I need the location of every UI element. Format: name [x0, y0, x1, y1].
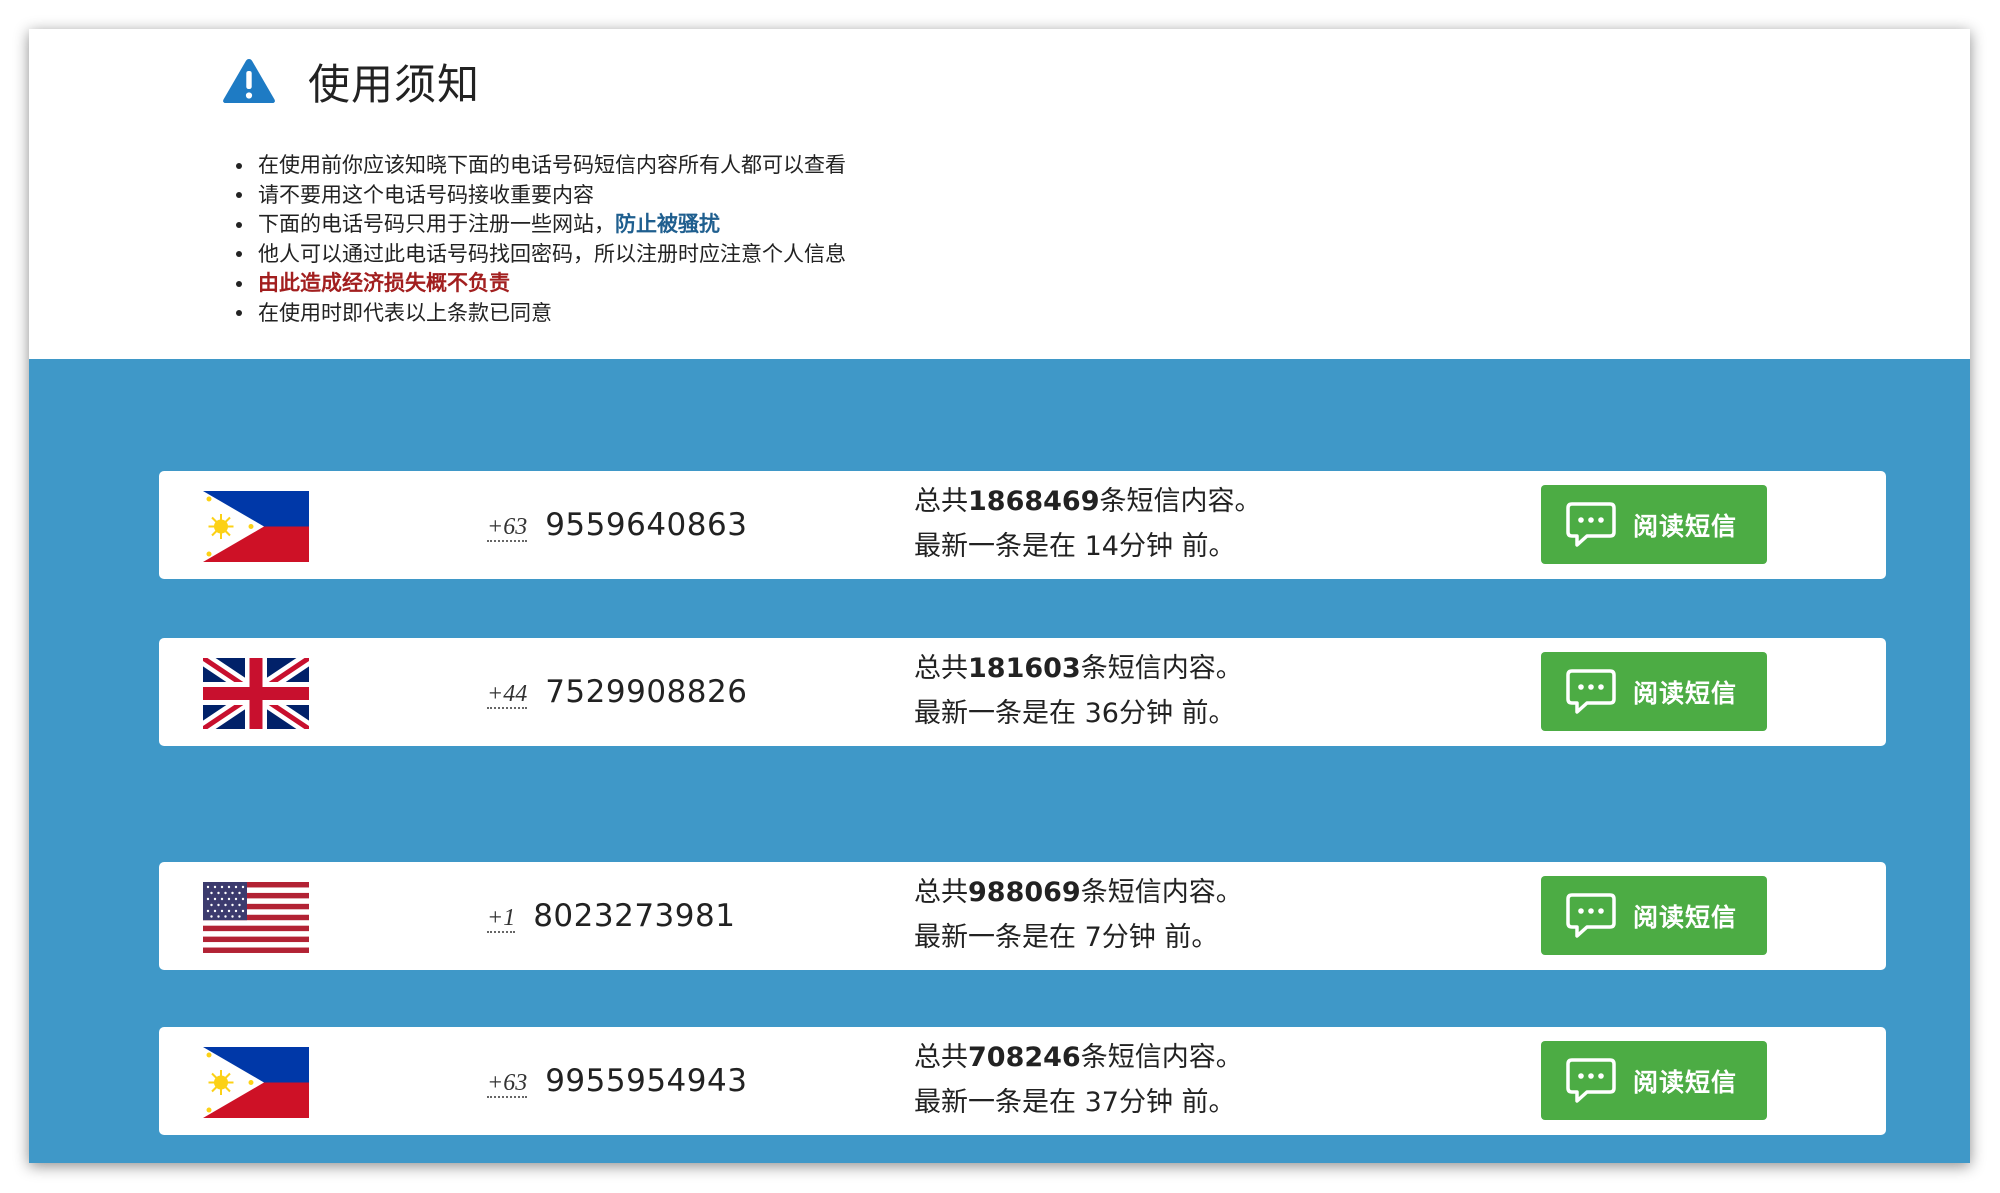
- country-code: +63: [487, 1070, 528, 1098]
- sms-stats: 总共1868469条短信内容。 最新一条是在 14分钟 前。: [914, 479, 1262, 569]
- country-code: +44: [487, 681, 528, 709]
- sms-total-count: 181603: [968, 653, 1081, 684]
- sms-total-count: 708246: [968, 1042, 1081, 1073]
- bullet: [236, 162, 242, 169]
- chat-bubble-icon: [1566, 1057, 1616, 1103]
- read-sms-label: 阅读短信: [1633, 511, 1738, 541]
- rule-text: 在使用时即代表以上条款已同意: [258, 300, 552, 325]
- bullet: [236, 221, 242, 228]
- rule-item: 他人可以通过此电话号码找回密码，所以注册时应注意个人信息: [221, 240, 846, 270]
- sms-latest-line: 最新一条是在 14分钟 前。: [914, 531, 1236, 562]
- read-sms-button[interactable]: 阅读短信: [1541, 1041, 1767, 1120]
- read-sms-button[interactable]: 阅读短信: [1541, 876, 1767, 955]
- rule-text: 在使用前你应该知晓下面的电话号码短信内容所有人都可以查看: [258, 153, 846, 177]
- latest-time: 36分钟: [1084, 698, 1173, 729]
- usa-flag-icon: [203, 882, 309, 953]
- phone-card: +1 8023273981 总共988069条短信内容。 最新一条是在 7分钟 …: [159, 862, 1886, 970]
- rule-item: 在使用时即代表以上条款已同意: [221, 299, 846, 329]
- bullet: [236, 310, 242, 317]
- sms-stats: 总共181603条短信内容。 最新一条是在 36分钟 前。: [914, 646, 1243, 736]
- phone-number: +1 8023273981: [487, 889, 735, 943]
- rule-item: 请不要用这个电话号码接收重要内容: [221, 181, 846, 211]
- phone-card: +63 9955954943 总共708246条短信内容。 最新一条是在 37分…: [159, 1027, 1886, 1135]
- phone-number: +63 9559640863: [487, 498, 747, 552]
- latest-time: 37分钟: [1084, 1087, 1173, 1118]
- phone-digits: 9559640863: [545, 507, 748, 543]
- bullet: [236, 251, 242, 258]
- sms-total-line: 总共181603条短信内容。: [914, 653, 1243, 684]
- country-code: +63: [487, 514, 528, 542]
- phone-number: +63 9955954943: [487, 1054, 747, 1108]
- harassment-prevention-link[interactable]: 防止被骚扰: [615, 210, 720, 240]
- phone-digits: 8023273981: [533, 898, 736, 934]
- chat-bubble-icon: [1566, 501, 1616, 547]
- read-sms-button[interactable]: 阅读短信: [1541, 485, 1767, 564]
- chat-bubble-icon: [1566, 892, 1616, 938]
- page-frame: 使用须知 在使用前你应该知晓下面的电话号码短信内容所有人都可以查看 请不要用这个…: [29, 29, 1970, 1163]
- phone-list-section: +63 9559640863 总共1868469条短信内容。 最新一条是在 14…: [29, 359, 1970, 1163]
- rule-item: 下面的电话号码只用于注册一些网站， 防止被骚扰: [221, 210, 846, 240]
- sms-latest-line: 最新一条是在 37分钟 前。: [914, 1087, 1236, 1118]
- sms-total-line: 总共1868469条短信内容。: [914, 486, 1262, 517]
- sms-stats: 总共708246条短信内容。 最新一条是在 37分钟 前。: [914, 1035, 1243, 1125]
- latest-time: 7分钟: [1084, 922, 1156, 953]
- sms-latest-line: 最新一条是在 36分钟 前。: [914, 698, 1236, 729]
- rules-list: 在使用前你应该知晓下面的电话号码短信内容所有人都可以查看 请不要用这个电话号码接…: [221, 151, 846, 328]
- philippines-flag-icon: [203, 491, 309, 562]
- rule-text: 请不要用这个电话号码接收重要内容: [258, 182, 594, 207]
- read-sms-label: 阅读短信: [1633, 678, 1738, 708]
- read-sms-label: 阅读短信: [1633, 1067, 1738, 1097]
- phone-digits: 9955954943: [545, 1063, 748, 1099]
- rule-text: 下面的电话号码只用于注册一些网站，: [258, 212, 615, 236]
- sms-total-count: 1868469: [968, 486, 1100, 517]
- sms-total-line: 总共988069条短信内容。: [914, 877, 1243, 908]
- read-sms-label: 阅读短信: [1633, 902, 1738, 932]
- phone-card: +63 9559640863 总共1868469条短信内容。 最新一条是在 14…: [159, 471, 1886, 579]
- notice-header: 使用须知: [222, 51, 480, 111]
- sms-latest-line: 最新一条是在 7分钟 前。: [914, 922, 1219, 953]
- chat-bubble-icon: [1566, 668, 1616, 714]
- notice-section: 使用须知 在使用前你应该知晓下面的电话号码短信内容所有人都可以查看 请不要用这个…: [29, 29, 1970, 359]
- sms-total-count: 988069: [968, 877, 1081, 908]
- warning-icon: [223, 59, 275, 103]
- rule-warning-text: 由此造成经济损失概不负责: [258, 271, 510, 295]
- notice-title: 使用须知: [308, 59, 481, 109]
- bullet: [236, 280, 242, 287]
- rule-text: 他人可以通过此电话号码找回密码，所以注册时应注意个人信息: [258, 241, 846, 266]
- latest-time: 14分钟: [1084, 531, 1173, 562]
- phone-number: +44 7529908826: [487, 665, 747, 719]
- read-sms-button[interactable]: 阅读短信: [1541, 652, 1767, 731]
- sms-total-line: 总共708246条短信内容。: [914, 1042, 1243, 1073]
- bullet: [236, 192, 242, 199]
- uk-flag-icon: [203, 658, 309, 729]
- phone-card: +44 7529908826 总共181603条短信内容。 最新一条是在 36分…: [159, 638, 1886, 746]
- philippines-flag-icon: [203, 1047, 309, 1118]
- sms-stats: 总共988069条短信内容。 最新一条是在 7分钟 前。: [914, 870, 1243, 960]
- phone-digits: 7529908826: [545, 674, 748, 710]
- country-code: +1: [487, 905, 516, 933]
- rule-item: 在使用前你应该知晓下面的电话号码短信内容所有人都可以查看: [221, 151, 846, 181]
- rule-item: 由此造成经济损失概不负责: [221, 269, 846, 299]
